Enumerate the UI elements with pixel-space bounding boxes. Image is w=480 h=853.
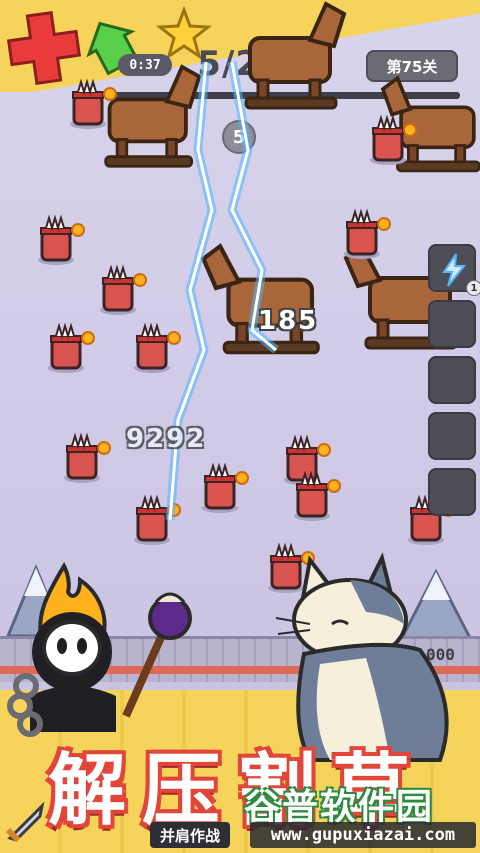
- skill-slot-empty[interactable]: [428, 468, 476, 516]
- game-screen[interactable]: 0:37 5/20 第75关 5 185 9292 1 000 解 压 割 草 …: [0, 0, 480, 853]
- skill-slot-empty[interactable]: [428, 300, 476, 348]
- sword-icon: [5, 801, 45, 843]
- promo-title-char: 解: [48, 746, 127, 836]
- damage-number: 185: [258, 306, 319, 336]
- skill-slot-count: 1: [466, 280, 480, 296]
- skill-slot-lightning[interactable]: 1: [428, 244, 480, 296]
- promo-subtitle: 并肩作战: [150, 822, 231, 848]
- skill-slot-empty[interactable]: [428, 412, 476, 460]
- damage-number: 9292: [126, 424, 207, 454]
- watermark-url: www.gupuxiazai.com: [250, 822, 476, 848]
- skill-slot-empty[interactable]: [428, 356, 476, 404]
- skull-hero-character: [7, 561, 192, 737]
